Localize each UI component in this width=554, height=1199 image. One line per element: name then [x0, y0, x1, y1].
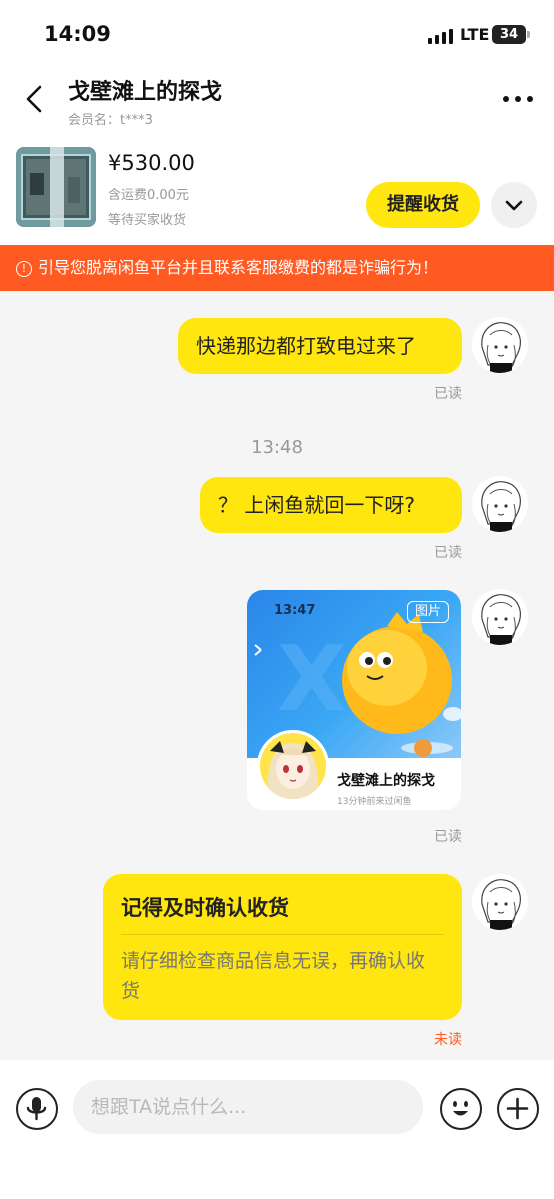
plus-button[interactable]	[497, 1088, 539, 1130]
image-card-message[interactable]: X 13:47 图片 戈壁滩上的探戈 13分钟前来过闲鱼	[247, 590, 461, 810]
card-last-seen: 13分钟前来过闲鱼	[337, 797, 412, 807]
card-avatar	[257, 730, 329, 802]
read-status: 已读	[434, 545, 462, 561]
product-image	[16, 147, 96, 227]
chevron-down-icon	[505, 200, 523, 211]
signal-icon	[428, 28, 454, 44]
read-status: 已读	[434, 386, 462, 402]
emoji-icon	[453, 1101, 468, 1116]
chat-title: 戈壁滩上的探戈	[68, 80, 223, 105]
back-button[interactable]	[18, 82, 52, 116]
warning-text: 引导您脱离闲鱼平台并且联系客服缴费的都是诈骗行为！	[38, 258, 439, 277]
card-time: 13:47	[274, 603, 316, 618]
status-time: 14:09	[44, 22, 111, 46]
image-tag: 图片	[407, 601, 449, 623]
warning-icon: !	[16, 261, 32, 277]
more-icon	[503, 96, 533, 102]
message-timestamp: 13:48	[251, 437, 303, 458]
more-button[interactable]	[498, 84, 538, 114]
confirm-receipt-notice[interactable]: 记得及时确认收货 请仔细检查商品信息无误，再确认收货	[103, 874, 462, 1020]
input-bar	[0, 1060, 554, 1199]
shipping-fee: 含运费0.00元	[108, 188, 189, 203]
network-label: LTE	[460, 25, 490, 44]
microphone-icon	[26, 1097, 47, 1121]
avatar[interactable]	[472, 589, 528, 645]
unread-status: 未读	[434, 1032, 462, 1048]
message-bubble[interactable]: 快递那边都打致电过来了	[178, 318, 462, 374]
expand-button[interactable]	[491, 182, 537, 228]
avatar-image	[472, 874, 528, 930]
member-name: 会员名：t***3	[68, 113, 153, 128]
product-price: ¥530.00	[108, 151, 195, 175]
emoji-button[interactable]	[440, 1088, 482, 1130]
battery-icon: 34	[492, 25, 530, 44]
avatar-image	[472, 589, 528, 645]
notice-divider	[121, 934, 444, 935]
anime-avatar-image	[260, 733, 326, 799]
message-input[interactable]	[73, 1080, 423, 1134]
fraud-warning-banner: ! 引导您脱离闲鱼平台并且联系客服缴费的都是诈骗行为！	[0, 245, 554, 291]
avatar-image	[472, 317, 528, 373]
plus-icon	[506, 1097, 529, 1120]
notice-body: 请仔细检查商品信息无误，再确认收货	[121, 950, 426, 1002]
remind-receipt-button[interactable]: 提醒收货	[366, 182, 480, 228]
voice-button[interactable]	[16, 1088, 58, 1130]
order-status: 等待买家收货	[108, 213, 187, 228]
read-status: 已读	[434, 829, 462, 845]
product-thumbnail[interactable]	[16, 147, 96, 227]
notice-title: 记得及时确认收货	[121, 896, 289, 920]
status-bar: 14:09 LTE 34	[0, 0, 554, 70]
avatar[interactable]	[472, 317, 528, 373]
message-bubble[interactable]: ？ 上闲鱼就回一下呀?	[200, 477, 462, 533]
avatar[interactable]	[472, 874, 528, 930]
svg-text:X: X	[277, 627, 346, 732]
avatar[interactable]	[472, 476, 528, 532]
chevron-left-icon	[26, 85, 42, 113]
avatar-image	[472, 476, 528, 532]
card-user-name: 戈壁滩上的探戈	[337, 773, 435, 789]
